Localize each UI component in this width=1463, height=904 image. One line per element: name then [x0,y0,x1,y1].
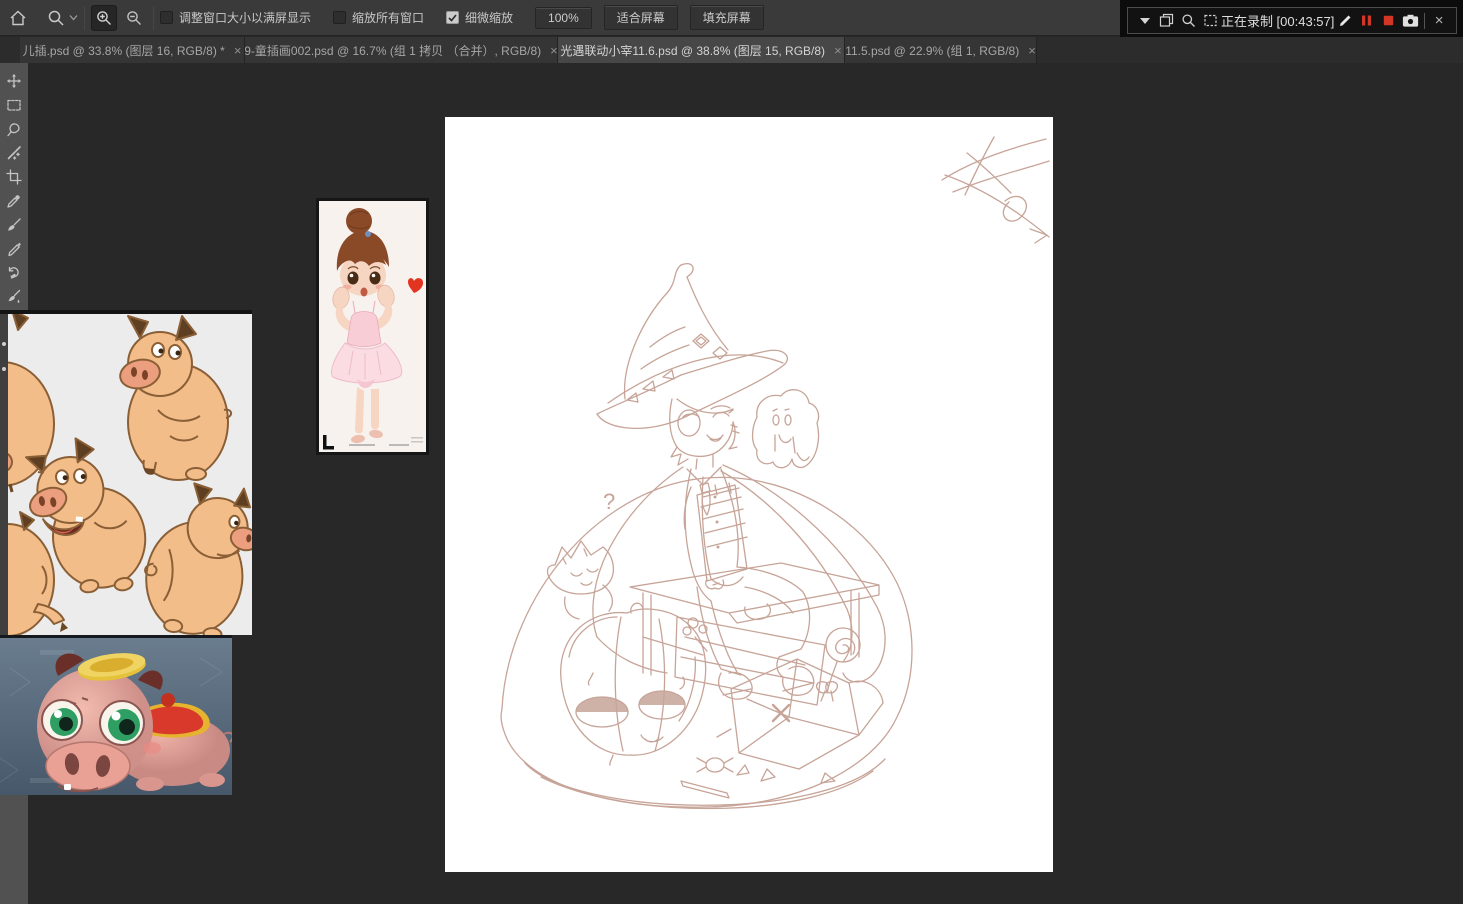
zoom-out-icon [127,10,141,25]
checkbox-checked[interactable] [446,11,460,24]
sketch-bench [629,562,880,706]
pause-recording-button[interactable] [1356,10,1378,32]
camera-icon [1402,14,1419,27]
annotate-button[interactable] [1334,10,1356,32]
recorder-menu-button[interactable] [1134,10,1156,32]
resize-windows-checkbox[interactable]: 调整窗口大小以满屏显示 [160,9,333,26]
sketch-signature [941,136,1050,244]
check-icon [448,13,457,22]
close-icon[interactable]: × [550,44,557,57]
history-brush-tool[interactable] [0,261,28,285]
divider [153,5,154,30]
sketch-witch-hat [596,263,789,429]
close-icon[interactable]: × [1028,44,1036,57]
document-tab-bar: 儿插.psd @ 33.8% (图层 16, RGB/8) * × 9-童插画0… [0,37,1463,63]
eyedropper-tool[interactable] [0,189,28,213]
chevron-down-icon [69,15,78,21]
reference-image-cartoon-pigs[interactable] [0,309,260,642]
pencil-icon [8,242,21,257]
sketch-candy [680,757,734,799]
sketch-bat-creature [546,540,614,620]
stop-icon [1384,15,1394,26]
crop-icon [6,169,22,185]
move-icon [7,74,21,88]
home-icon [10,10,26,25]
zoom-in-button[interactable] [91,4,117,31]
reference-window-edge [0,314,8,635]
reference-image-3d-pig[interactable] [0,635,234,795]
fine-zoom-checkbox[interactable]: 细微缩放 [446,9,535,26]
move-tool[interactable] [0,69,28,93]
checkbox-unchecked[interactable] [333,11,347,24]
region-select-icon [1203,14,1217,27]
pig-3d-render [0,650,234,793]
zoom-out-button[interactable] [121,5,147,31]
brush-icon [8,218,21,231]
document-canvas[interactable]: ? [445,117,1053,872]
recorder-bar: 正在录制 [00:43:57] × [1127,7,1457,34]
tab-label: 儿插.psd @ 33.8% (图层 16, RGB/8) * [22,43,225,58]
region-select-button[interactable] [1199,10,1221,32]
zoom-all-windows-checkbox[interactable]: 缩放所有窗口 [333,9,446,26]
zoom-all-label: 缩放所有窗口 [352,11,425,25]
sketch-drawing: ? [500,136,1050,810]
magic-wand-icon [7,146,21,160]
tab-label: 11.5.psd @ 22.9% (组 1, RGB/8) [845,43,1020,58]
tab-label: 9-童插画002.psd @ 16.7% (组 1 拷贝 （合并）, RGB/8… [245,43,542,58]
sketch-character-face [669,398,740,466]
cartoon-pigs-illustration [0,309,260,642]
crop-tool[interactable] [0,165,28,189]
fine-zoom-label: 细微缩放 [465,11,514,25]
sketch-pumpkin [560,602,707,766]
zoom-tool-preset[interactable] [46,8,78,28]
divider [1424,12,1426,29]
eyedropper-icon [7,195,20,208]
pencil-tool[interactable] [0,237,28,261]
ballerina-illustration [319,201,426,452]
brush-tool[interactable] [0,213,28,237]
tab-document-1[interactable]: 儿插.psd @ 33.8% (图层 16, RGB/8) * × [20,37,245,63]
close-icon[interactable]: × [834,44,842,57]
fit-screen-button[interactable]: 适合屏幕 [603,5,678,30]
mixer-brush-tool[interactable] [0,285,28,309]
tab-label: 光遇联动小宰11.6.psd @ 38.8% (图层 15, RGB/8) [560,43,826,58]
recorder-zoom-button[interactable] [1177,10,1199,32]
tab-document-4[interactable]: 11.5.psd @ 22.9% (组 1, RGB/8) × [845,37,1037,63]
magic-wand-tool[interactable] [0,141,28,165]
rectangular-marquee-tool[interactable] [0,93,28,117]
close-recorder-button[interactable]: × [1428,10,1450,32]
history-brush-icon [8,266,19,279]
lasso-tool[interactable] [0,117,28,141]
sketch-rock [716,658,884,784]
tab-document-3-active[interactable]: 光遇联动小宰11.6.psd @ 38.8% (图层 15, RGB/8) × [558,37,845,63]
sketch-lollipop [815,627,861,702]
reference-image-ballerina[interactable] [316,198,429,455]
checkbox-unchecked[interactable] [160,11,173,24]
zoom-in-icon [97,10,111,25]
tab-document-2[interactable]: 9-童插画002.psd @ 16.7% (组 1 拷贝 （合并）, RGB/8… [245,37,558,63]
recording-status: 正在录制 [00:43:57] [1220,14,1335,29]
lasso-icon [7,123,20,137]
stop-recording-button[interactable] [1378,10,1400,32]
mixer-brush-icon [8,289,21,303]
sketch-character-body [592,454,886,683]
magnifier-icon [1182,14,1195,27]
screenshot-button[interactable] [1400,10,1422,32]
pause-icon [1362,15,1372,26]
window-select-icon [1159,13,1174,27]
divider [84,5,85,30]
home-button[interactable] [8,8,28,28]
pencil-icon [1339,15,1351,26]
caret-down-icon [1139,17,1150,24]
zoom-100-button[interactable]: 100% [535,6,592,29]
zoom-tool-icon [48,10,64,26]
marquee-icon [7,99,21,111]
sketch-question-mark: ? [603,489,615,514]
window-select-button[interactable] [1156,10,1178,32]
fill-screen-button[interactable]: 填充屏幕 [689,5,764,30]
sketch-ghost [751,389,820,469]
close-icon[interactable]: × [234,44,242,57]
resize-windows-label: 调整窗口大小以满屏显示 [179,11,312,25]
